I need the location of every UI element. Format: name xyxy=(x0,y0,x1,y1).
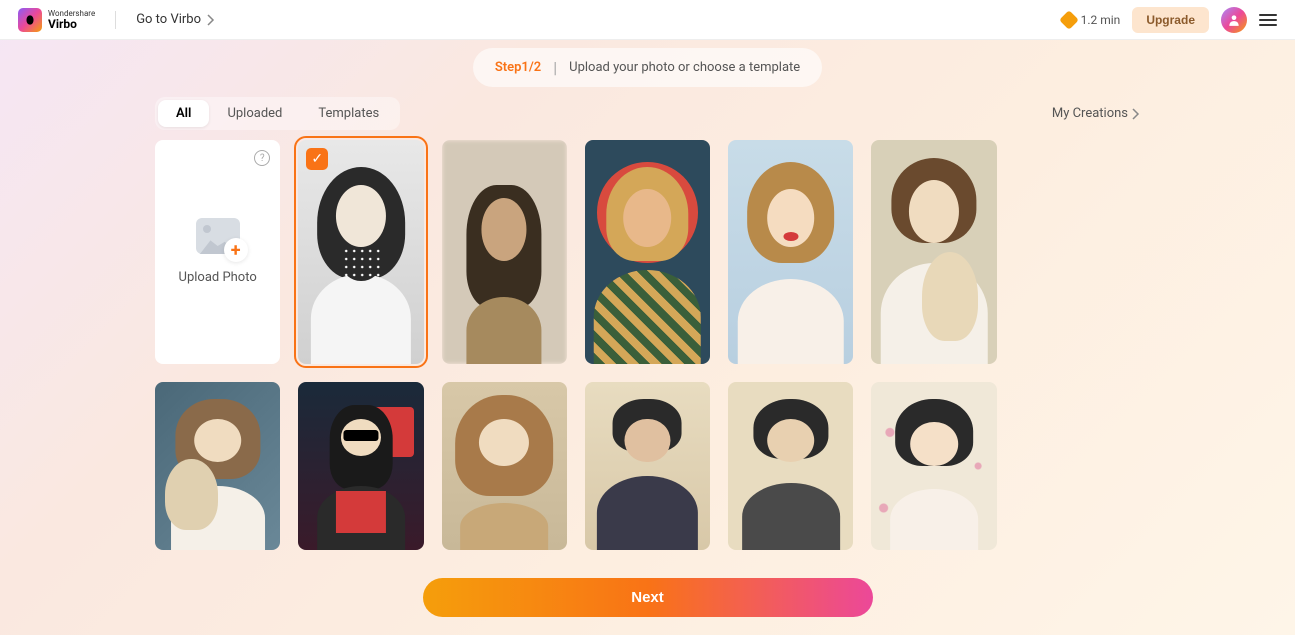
header-right: 1.2 min Upgrade xyxy=(1062,7,1277,33)
upload-label: Upload Photo xyxy=(179,270,257,285)
virbo-logo-icon xyxy=(18,8,42,32)
template-card[interactable] xyxy=(155,382,280,550)
template-card[interactable] xyxy=(298,382,423,550)
template-card[interactable]: ✓ xyxy=(298,140,423,364)
step-number: Step1/2 xyxy=(495,60,541,75)
hamburger-menu-icon[interactable] xyxy=(1259,14,1277,26)
upload-photo-card[interactable]: ? + Upload Photo xyxy=(155,140,280,364)
upload-icon: + xyxy=(196,218,240,254)
plus-icon: + xyxy=(224,238,248,262)
header-left: Wondershare Virbo Go to Virbo xyxy=(18,8,215,32)
check-icon: ✓ xyxy=(306,148,328,170)
filter-tabs: All Uploaded Templates xyxy=(155,97,400,130)
template-grid-row2 xyxy=(0,382,1295,550)
credits-display[interactable]: 1.2 min xyxy=(1062,13,1121,27)
goto-virbo-label: Go to Virbo xyxy=(136,12,201,27)
template-grid: ? + Upload Photo ✓ xyxy=(0,140,1295,364)
my-creations-label: My Creations xyxy=(1052,106,1128,121)
template-card[interactable] xyxy=(871,140,996,364)
template-card[interactable] xyxy=(585,140,710,364)
template-card[interactable] xyxy=(585,382,710,550)
brand-logo[interactable]: Wondershare Virbo xyxy=(18,8,95,32)
step-divider: | xyxy=(553,58,557,77)
toolbar: All Uploaded Templates My Creations xyxy=(0,87,1295,140)
template-card[interactable] xyxy=(871,382,996,550)
my-creations-link[interactable]: My Creations xyxy=(1052,106,1140,121)
next-button[interactable]: Next xyxy=(423,578,873,617)
brand-text-bottom: Virbo xyxy=(48,18,95,30)
template-card[interactable] xyxy=(728,382,853,550)
tab-templates[interactable]: Templates xyxy=(300,100,397,127)
step-indicator: Step1/2 | Upload your photo or choose a … xyxy=(473,48,822,87)
tab-all[interactable]: All xyxy=(158,100,209,127)
brand-text: Wondershare Virbo xyxy=(48,10,95,30)
template-card[interactable] xyxy=(442,382,567,550)
tab-uploaded[interactable]: Uploaded xyxy=(209,100,300,127)
user-avatar[interactable] xyxy=(1221,7,1247,33)
person-icon xyxy=(1227,13,1241,27)
diamond-icon xyxy=(1059,10,1079,30)
goto-virbo-link[interactable]: Go to Virbo xyxy=(136,12,215,27)
header-divider xyxy=(115,11,116,29)
app-header: Wondershare Virbo Go to Virbo 1.2 min Up… xyxy=(0,0,1295,40)
chevron-right-icon xyxy=(1132,108,1140,120)
template-card[interactable] xyxy=(442,140,567,364)
credits-value: 1.2 min xyxy=(1081,13,1121,27)
chevron-right-icon xyxy=(207,14,215,26)
help-icon[interactable]: ? xyxy=(254,150,270,166)
template-card[interactable] xyxy=(728,140,853,364)
upgrade-button[interactable]: Upgrade xyxy=(1132,7,1209,33)
step-instruction: Upload your photo or choose a template xyxy=(569,60,800,75)
